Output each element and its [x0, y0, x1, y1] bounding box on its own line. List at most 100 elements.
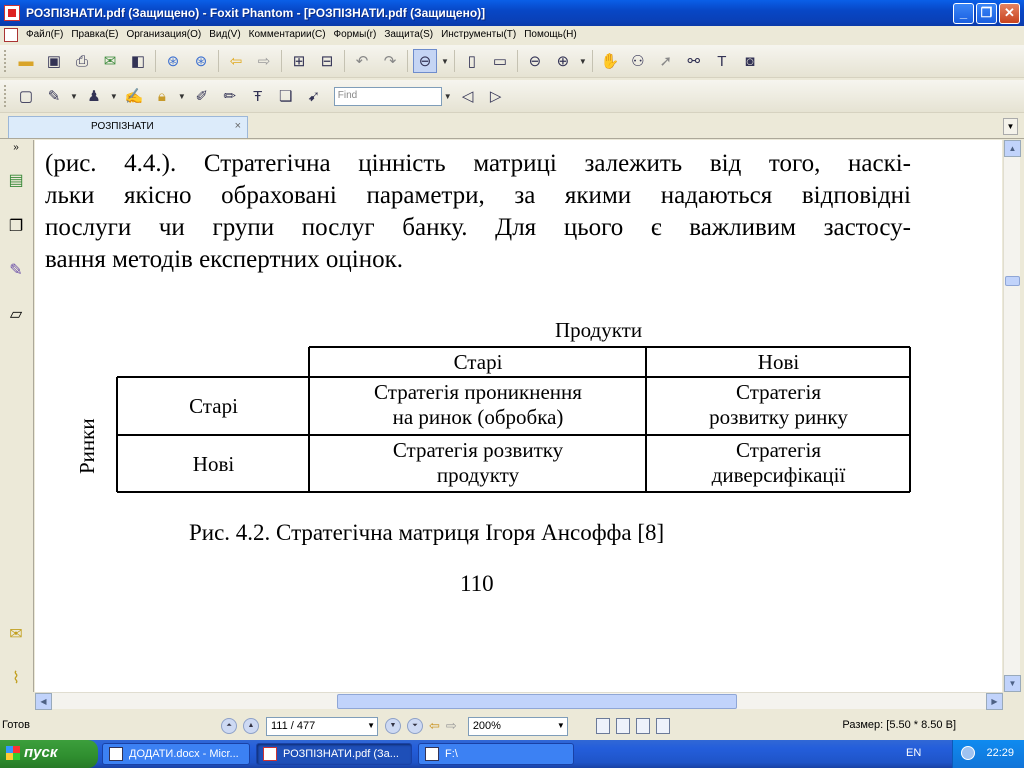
zoom-select[interactable]: 200% ▼ [467, 716, 568, 736]
zoom-select-dropdown-icon[interactable]: ▼ [557, 721, 565, 730]
find-dropdown-icon[interactable]: ▼ [444, 92, 452, 101]
continuous-view-icon[interactable] [615, 718, 630, 734]
menu-organize[interactable]: Организация(O) [122, 29, 205, 40]
clock[interactable]: 22:29 [986, 747, 1014, 759]
document-tab[interactable]: РОЗПІЗНАТИ × [8, 116, 248, 138]
redo-icon[interactable]: ↷ [378, 49, 402, 73]
tray-icon[interactable] [961, 746, 975, 760]
taskbar-item-word[interactable]: ДОДАТИ.docx - Micr... [102, 743, 250, 765]
menu-edit[interactable]: Правка(E) [67, 29, 122, 40]
toolbar-grip[interactable] [4, 85, 8, 107]
restore-button[interactable]: ❐ [976, 2, 997, 24]
continuous-facing-view-icon[interactable] [655, 718, 670, 734]
pdf-app-icon[interactable] [4, 5, 20, 21]
pen-dropdown-icon[interactable]: ▼ [70, 92, 78, 101]
comments-icon[interactable]: ✉ [6, 624, 26, 646]
back-arrow-icon[interactable]: ⇦ [224, 49, 248, 73]
forward-arrow-icon[interactable]: ⇨ [252, 49, 276, 73]
menu-view[interactable]: Вид(V) [205, 29, 244, 40]
facing-view-icon[interactable] [635, 718, 650, 734]
zoom-out-icon[interactable]: ⊖ [523, 49, 547, 73]
fit-width-icon[interactable]: ▭ [488, 49, 512, 73]
bookmarks-icon[interactable]: ▤ [6, 170, 26, 192]
page-number-input[interactable]: 111 / 477 ▼ [266, 716, 378, 736]
pen-tool-icon[interactable]: ✎ [42, 84, 66, 108]
zoom-out-magnifier-icon[interactable]: ⊖ [413, 49, 437, 73]
stamp-icon[interactable]: ♟ [82, 84, 106, 108]
next-page-icon[interactable]: ⊛ [189, 49, 213, 73]
edit-text-icon[interactable]: ✐ [190, 84, 214, 108]
menu-file[interactable]: Файл(F) [22, 29, 67, 40]
select-arrow-icon[interactable]: ➚ [654, 49, 678, 73]
save-icon[interactable]: ▣ [42, 49, 66, 73]
select-text-icon[interactable]: T [710, 49, 734, 73]
minimize-button[interactable]: _ [953, 2, 974, 24]
previous-page-icon[interactable]: ⊛ [161, 49, 185, 73]
open-folder-icon[interactable]: ▬ [14, 49, 38, 73]
single-page-view-icon[interactable] [595, 718, 610, 734]
scroll-down-icon[interactable]: ▼ [1004, 675, 1021, 692]
paperclip-icon[interactable]: ⌇ [6, 668, 26, 690]
language-indicator[interactable]: EN [906, 747, 921, 759]
binoculars-icon[interactable]: ⚯ [682, 49, 706, 73]
insert-pages-icon[interactable]: ⊞ [287, 49, 311, 73]
loupe-icon[interactable]: ⚇ [626, 49, 650, 73]
zoom-tool-dropdown-icon[interactable]: ▼ [441, 57, 449, 66]
vertical-scrollbar[interactable]: ▲ ▼ [1003, 140, 1021, 692]
find-previous-icon[interactable]: ◁ [456, 84, 480, 108]
rectangle-tool-icon[interactable]: ▢ [14, 84, 38, 108]
expand-panel-icon[interactable]: » [6, 142, 26, 164]
go-forward-icon[interactable]: ⇨ [446, 718, 457, 734]
snapshot-icon[interactable]: ◙ [738, 49, 762, 73]
page-dropdown-icon[interactable]: ▼ [367, 721, 375, 730]
edit-object-icon[interactable]: ✏ [218, 84, 242, 108]
taskbar-item-explorer[interactable]: F:\ [418, 743, 574, 765]
stamp-dropdown-icon[interactable]: ▼ [110, 92, 118, 101]
menu-bar: Файл(F) Правка(E) Организация(O) Вид(V) … [0, 26, 1024, 43]
extract-pages-icon[interactable]: ⊟ [315, 49, 339, 73]
menu-protect[interactable]: Защита(S) [380, 29, 437, 40]
close-button[interactable]: ✕ [999, 2, 1020, 24]
pages-icon[interactable]: ❐ [6, 216, 26, 238]
horizontal-scroll-thumb[interactable] [337, 694, 737, 709]
find-next-icon[interactable]: ▷ [484, 84, 508, 108]
scan-icon[interactable]: ◧ [126, 49, 150, 73]
email-icon[interactable]: ✉ [98, 49, 122, 73]
print-icon[interactable]: ⎙ [70, 49, 94, 73]
find-input[interactable]: Find [333, 86, 442, 106]
note-icon[interactable]: ❏ [274, 84, 298, 108]
go-back-icon[interactable]: ⇦ [429, 718, 440, 734]
signature-icon[interactable]: ✍ [122, 84, 146, 108]
previous-page-button-icon[interactable]: ▲ [243, 718, 259, 734]
close-tab-icon[interactable]: × [235, 120, 241, 132]
last-page-icon[interactable]: ⏷ [407, 718, 423, 734]
zoom-dropdown-icon[interactable]: ▼ [579, 57, 587, 66]
menu-help[interactable]: Помощь(H) [520, 29, 581, 40]
scroll-up-icon[interactable]: ▲ [1004, 140, 1021, 157]
undo-icon[interactable]: ↶ [350, 49, 374, 73]
scroll-left-icon[interactable]: ◀ [35, 693, 52, 710]
menu-comments[interactable]: Комментарии(C) [245, 29, 330, 40]
start-button[interactable]: пуск [0, 740, 98, 768]
menu-forms[interactable]: Формы(r) [330, 29, 381, 40]
menu-tools[interactable]: Инструменты(T) [437, 29, 520, 40]
scroll-right-icon[interactable]: ▶ [986, 693, 1003, 710]
hand-tool-icon[interactable]: ✋ [598, 49, 622, 73]
arrow-tool-icon[interactable]: ➹ [302, 84, 326, 108]
pdf-page-view[interactable]: (рис. 4.4.). Стратегічна цінність матриц… [35, 140, 1002, 692]
zoom-in-icon[interactable]: ⊕ [551, 49, 575, 73]
document-menu-icon[interactable] [4, 27, 18, 42]
lock-icon[interactable]: 🔒︎ [150, 84, 174, 108]
taskbar-item-foxit[interactable]: РОЗПІЗНАТИ.pdf (За... [256, 743, 412, 765]
fit-page-icon[interactable]: ▯ [460, 49, 484, 73]
next-page-button-icon[interactable]: ▼ [385, 718, 401, 734]
toolbar-grip[interactable] [4, 50, 8, 72]
tab-list-dropdown-icon[interactable]: ▼ [1003, 118, 1018, 135]
attachments-panel-icon[interactable]: ▱ [6, 304, 26, 326]
typewriter-icon[interactable]: Ŧ [246, 84, 270, 108]
vertical-scroll-thumb[interactable] [1005, 276, 1020, 286]
layers-icon[interactable]: ✎ [6, 260, 26, 282]
first-page-icon[interactable]: ⏶ [221, 718, 237, 734]
lock-dropdown-icon[interactable]: ▼ [178, 92, 186, 101]
horizontal-scrollbar[interactable]: ◀ ▶ [35, 692, 1003, 710]
